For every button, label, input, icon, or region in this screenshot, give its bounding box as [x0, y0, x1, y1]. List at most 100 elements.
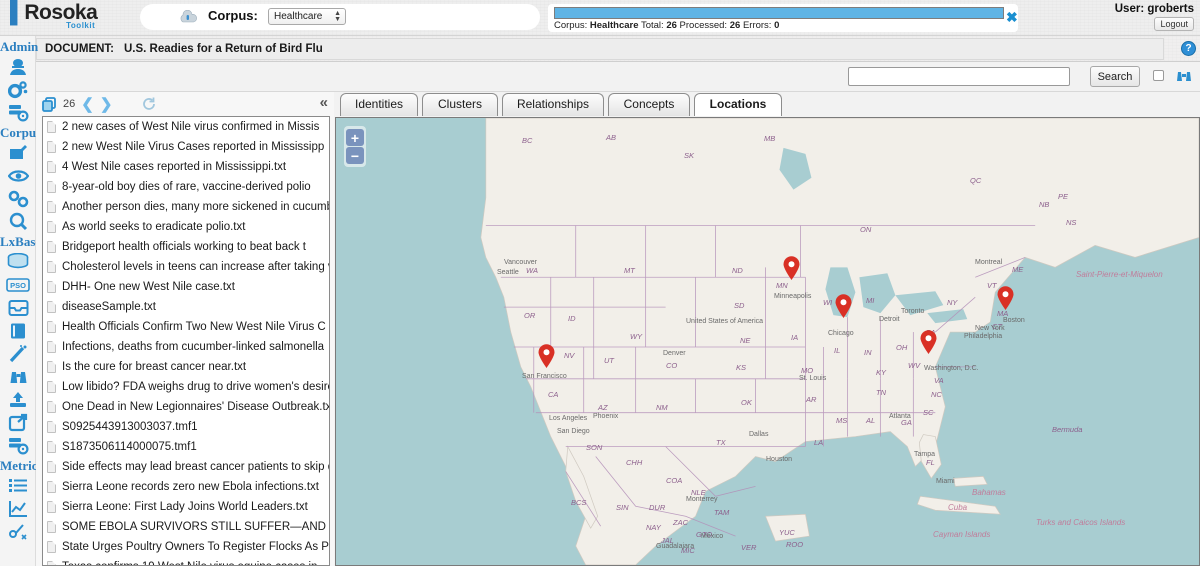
map-marker[interactable]	[783, 256, 800, 284]
line-chart-icon[interactable]	[0, 497, 36, 520]
bottom-strip	[0, 566, 1200, 578]
list-icon[interactable]	[0, 474, 36, 497]
document-page-icon	[47, 441, 56, 453]
map-marker[interactable]	[997, 286, 1014, 314]
list-item[interactable]: diseaseSample.txt	[43, 297, 329, 317]
list-item[interactable]: Side effects may lead breast cancer pati…	[43, 457, 329, 477]
svg-text:PSO: PSO	[10, 281, 26, 290]
document-page-icon	[47, 421, 56, 433]
document-title: U.S. Readies for a Return of Bird Flu	[124, 43, 323, 55]
magic-wand-icon[interactable]	[0, 342, 36, 365]
external-link-icon[interactable]	[0, 411, 36, 434]
search-input[interactable]	[848, 67, 1070, 86]
list-item[interactable]: State Urges Poultry Owners To Register F…	[43, 537, 329, 557]
list-item[interactable]: Health Officials Confirm Two New West Ni…	[43, 317, 329, 337]
list-item[interactable]: S0925443913003037.tmf1	[43, 417, 329, 437]
list-item[interactable]: Texas confirms 19 West Nile virus equine…	[43, 557, 329, 565]
list-item[interactable]: S1873506114000075.tmf1	[43, 437, 329, 457]
progress-bar-track	[554, 7, 1004, 19]
pso-icon[interactable]: PSO	[0, 273, 36, 296]
server-settings-icon[interactable]	[0, 101, 36, 124]
list-item[interactable]: Bridgeport health officials working to b…	[43, 237, 329, 257]
map-marker[interactable]	[920, 330, 937, 358]
document-page-icon	[47, 321, 56, 333]
help-icon[interactable]: ?	[1181, 41, 1196, 56]
tab-concepts[interactable]: Concepts	[608, 93, 690, 116]
map-region-label: NS	[1066, 218, 1077, 227]
close-progress-icon[interactable]: ✖	[1006, 10, 1018, 24]
zoom-in-button[interactable]: +	[346, 129, 364, 146]
list-item[interactable]: One Dead in New Legionnaires' Disease Ou…	[43, 397, 329, 417]
map-region-label: TN	[876, 388, 886, 397]
map-region-label: SIN	[616, 503, 629, 512]
list-item[interactable]: Another person dies, many more sickened …	[43, 197, 329, 217]
binoculars-icon[interactable]	[0, 365, 36, 388]
list-item[interactable]: Sierra Leone records zero new Ebola infe…	[43, 477, 329, 497]
map-city-label: San Francisco	[522, 373, 567, 380]
next-page-icon[interactable]: ❯	[100, 97, 113, 112]
document-label: DOCUMENT:	[45, 43, 114, 55]
list-item[interactable]: 2 new West Nile Virus Cases reported in …	[43, 137, 329, 157]
copy-documents-icon[interactable]	[42, 96, 57, 112]
database-icon[interactable]	[0, 250, 36, 273]
scatter-plot-icon[interactable]	[0, 520, 36, 543]
prev-page-icon[interactable]: ❮	[81, 97, 94, 112]
list-item[interactable]: DHH- One new West Nile case.txt	[43, 277, 329, 297]
tab-locations[interactable]: Locations	[694, 93, 782, 116]
tab-clusters[interactable]: Clusters	[422, 93, 498, 116]
document-list[interactable]: 2 new cases of West Nile virus confirmed…	[42, 116, 330, 566]
tab-relationships[interactable]: Relationships	[502, 93, 604, 116]
map-region-label: VER	[741, 543, 757, 552]
map-zoom-controls[interactable]: + −	[344, 126, 366, 167]
map-region-label: TX	[716, 438, 726, 447]
list-item[interactable]: As world seeks to eradicate polio.txt	[43, 217, 329, 237]
map-city-label: Tampa	[914, 451, 936, 458]
search-option-checkbox[interactable]	[1153, 70, 1164, 81]
map-region-label: MS	[836, 416, 848, 425]
collapse-panel-icon[interactable]: «	[320, 95, 328, 111]
list-item[interactable]: Cholesterol levels in teens can increase…	[43, 257, 329, 277]
list-item[interactable]: SOME EBOLA SURVIVORS STILL SUFFER—AND DO…	[43, 517, 329, 537]
tab-bar: Identities Clusters Relationships Concepts L…	[340, 93, 1200, 117]
refresh-icon[interactable]	[142, 97, 156, 111]
map-marker[interactable]	[538, 344, 555, 372]
server-settings-icon-2[interactable]	[0, 434, 36, 457]
list-item[interactable]: Is the cure for breast cancer near.txt	[43, 357, 329, 377]
eye-icon[interactable]	[0, 164, 36, 187]
list-item[interactable]: 4 West Nile cases reported in Mississipp…	[43, 157, 329, 177]
logout-button[interactable]: Logout	[1154, 17, 1194, 31]
map-region-label: WA	[526, 266, 538, 275]
document-page-icon	[47, 121, 56, 133]
list-item[interactable]: 8-year-old boy dies of rare, vaccine-der…	[43, 177, 329, 197]
link-chain-icon[interactable]	[0, 187, 36, 210]
map-region-label: DUR	[649, 503, 666, 512]
book-icon[interactable]	[0, 319, 36, 342]
corpus-select[interactable]: Healthcare ▲ ▼	[268, 8, 346, 25]
tab-identities[interactable]: Identities	[340, 93, 418, 116]
list-item[interactable]: Sierra Leone: First Lady Joins World Lea…	[43, 497, 329, 517]
map-panel[interactable]: + − BC AB SK MB ON QC NB NS PE WA OR ID MT WY ND SD NE IA…	[335, 117, 1200, 566]
map-region-label: NV	[564, 351, 575, 360]
gears-icon[interactable]	[0, 78, 36, 101]
list-item-label: Sierra Leone records zero new Ebola infe…	[62, 481, 319, 493]
list-item[interactable]: Low libido? FDA weighs drug to drive wom…	[43, 377, 329, 397]
magnifier-icon[interactable]	[0, 210, 36, 233]
user-admin-icon[interactable]	[0, 55, 36, 78]
upload-icon[interactable]	[0, 388, 36, 411]
document-edit-icon[interactable]	[0, 141, 36, 164]
list-item[interactable]: 2 new cases of West Nile virus confirmed…	[43, 117, 329, 137]
map-canvas	[336, 118, 1199, 565]
map-region-label: YUC	[779, 528, 795, 537]
document-bar: DOCUMENT: U.S. Readies for a Return of B…	[0, 36, 1200, 62]
zoom-out-button[interactable]: −	[346, 147, 364, 164]
map-city-label: Vancouver	[504, 259, 537, 266]
list-item[interactable]: Infections, deaths from cucumber-linked …	[43, 337, 329, 357]
list-item-label: S0925443913003037.tmf1	[62, 421, 198, 433]
inbox-icon[interactable]	[0, 296, 36, 319]
list-item-label: Bridgeport health officials working to b…	[62, 241, 306, 253]
document-page-icon	[47, 501, 56, 513]
logo-mark-icon: ▌	[10, 1, 25, 24]
search-button[interactable]: Search	[1090, 66, 1140, 87]
binoculars-icon[interactable]	[1174, 66, 1194, 86]
map-marker[interactable]	[835, 294, 852, 322]
